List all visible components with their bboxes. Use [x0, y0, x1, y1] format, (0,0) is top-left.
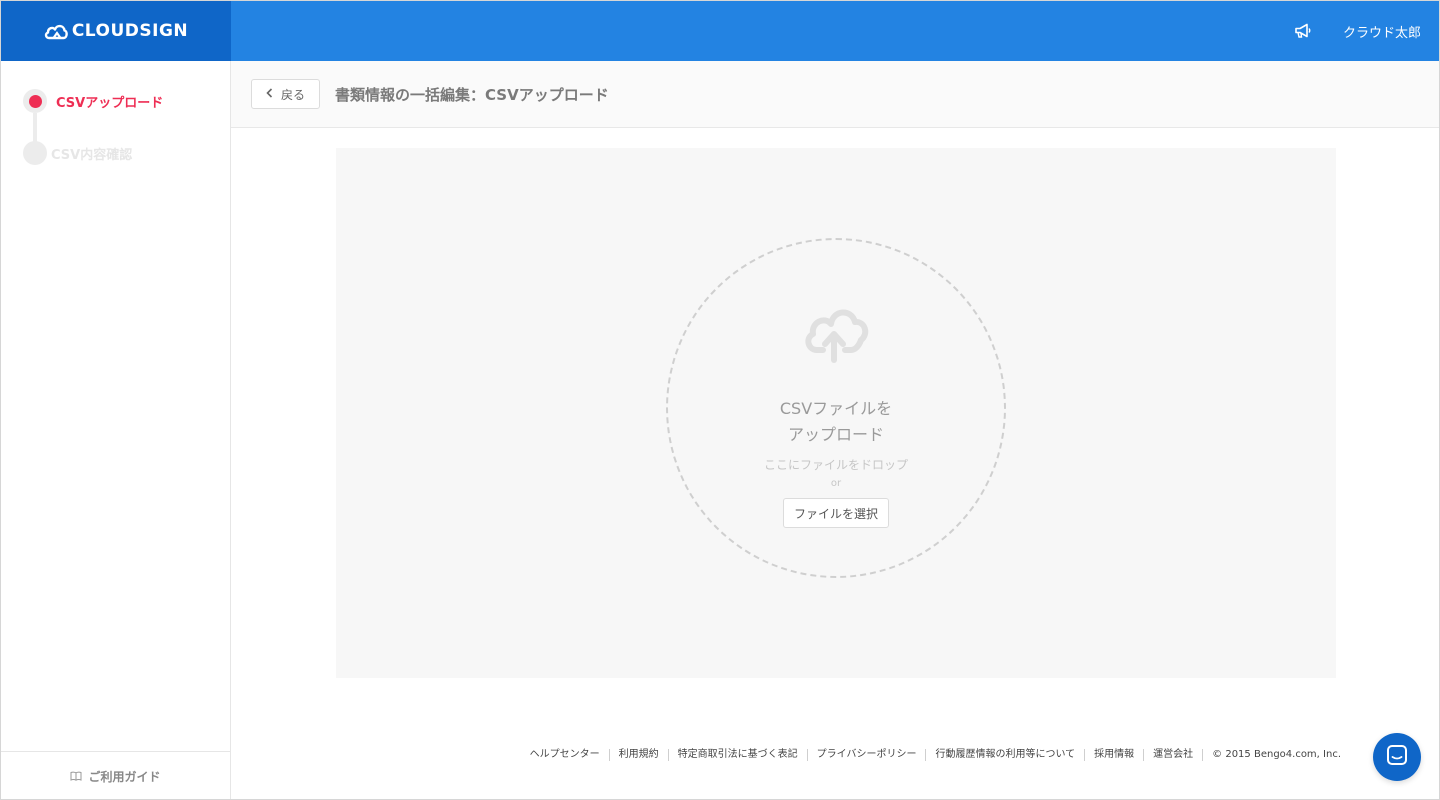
- step-dot-inactive: [23, 141, 47, 165]
- user-menu[interactable]: クラウド太郎: [1343, 22, 1421, 41]
- step-dot-active: [23, 89, 47, 113]
- logo-area[interactable]: CLOUDSIGN: [1, 1, 231, 61]
- page-header: 戻る 書類情報の一括編集：CSVアップロード: [231, 61, 1439, 128]
- sidebar: CSVアップロード CSV内容確認 ご利用ガイド: [1, 61, 231, 799]
- usage-guide-link[interactable]: ご利用ガイド: [1, 751, 230, 799]
- back-label: 戻る: [280, 87, 305, 102]
- step-csv-upload: CSVアップロード: [23, 89, 164, 143]
- back-button[interactable]: 戻る: [251, 79, 320, 109]
- drop-hint: ここにファイルをドロップ: [763, 458, 908, 472]
- drop-circle[interactable]: CSVファイルを アップロード ここにファイルをドロップ or ファイルを選択: [666, 238, 1006, 578]
- or-separator: or: [830, 478, 842, 489]
- page-title: 書類情報の一括編集：CSVアップロード: [335, 85, 609, 104]
- footer-link-help-center[interactable]: ヘルプセンター: [521, 749, 609, 761]
- chat-icon: [1386, 744, 1408, 770]
- chat-button[interactable]: [1373, 733, 1421, 781]
- logo[interactable]: CLOUDSIGN: [44, 21, 188, 41]
- logo-text: CLOUDSIGN: [71, 21, 189, 41]
- footer-link-commerce-law[interactable]: 特定商取引法に基づく表記: [667, 749, 807, 761]
- footer-link-privacy[interactable]: プライバシーポリシー: [806, 749, 926, 761]
- step-indicator: CSVアップロード CSV内容確認: [23, 89, 163, 193]
- step-label: CSVアップロード: [56, 95, 164, 111]
- footer-link-terms[interactable]: 利用規約: [608, 749, 668, 761]
- cloud-upload-icon: [801, 300, 873, 364]
- select-file-button[interactable]: ファイルを選択: [783, 498, 889, 528]
- upload-title-line1: CSVファイルを: [779, 399, 893, 418]
- footer-link-activity-data[interactable]: 行動履歴情報の利用等について: [925, 749, 1084, 761]
- cloud-logo-icon: [44, 22, 68, 40]
- step-csv-confirm: CSV内容確認: [23, 141, 163, 165]
- book-icon: [70, 770, 82, 784]
- chevron-left-icon: [266, 87, 273, 101]
- footer-link-company[interactable]: 運営会社: [1143, 749, 1202, 761]
- copyright: © 2015 Bengo4.com, Inc.: [1202, 749, 1341, 761]
- step-connector: [33, 113, 37, 143]
- footer-links: ヘルプセンター 利用規約 特定商取引法に基づく表記 プライバシーポリシー 行動履…: [521, 749, 1341, 761]
- upload-title: CSVファイルを アップロード: [668, 396, 1004, 448]
- footer-link-careers[interactable]: 採用情報: [1084, 749, 1143, 761]
- megaphone-icon[interactable]: [1293, 21, 1313, 41]
- step-label: CSV内容確認: [51, 147, 133, 163]
- main-content: 戻る 書類情報の一括編集：CSVアップロード CSVファイルを アップロード こ…: [231, 61, 1439, 799]
- upload-title-line2: アップロード: [787, 425, 884, 444]
- app-window: CLOUDSIGN クラウド太郎 CSVアップロード CSV内容確認 ご利用ガイ…: [0, 0, 1440, 800]
- top-header: CLOUDSIGN クラウド太郎: [1, 1, 1439, 61]
- upload-drop-zone[interactable]: CSVファイルを アップロード ここにファイルをドロップ or ファイルを選択: [336, 148, 1336, 678]
- usage-guide-label: ご利用ガイド: [88, 770, 161, 784]
- header-right: クラウド太郎: [1293, 1, 1421, 61]
